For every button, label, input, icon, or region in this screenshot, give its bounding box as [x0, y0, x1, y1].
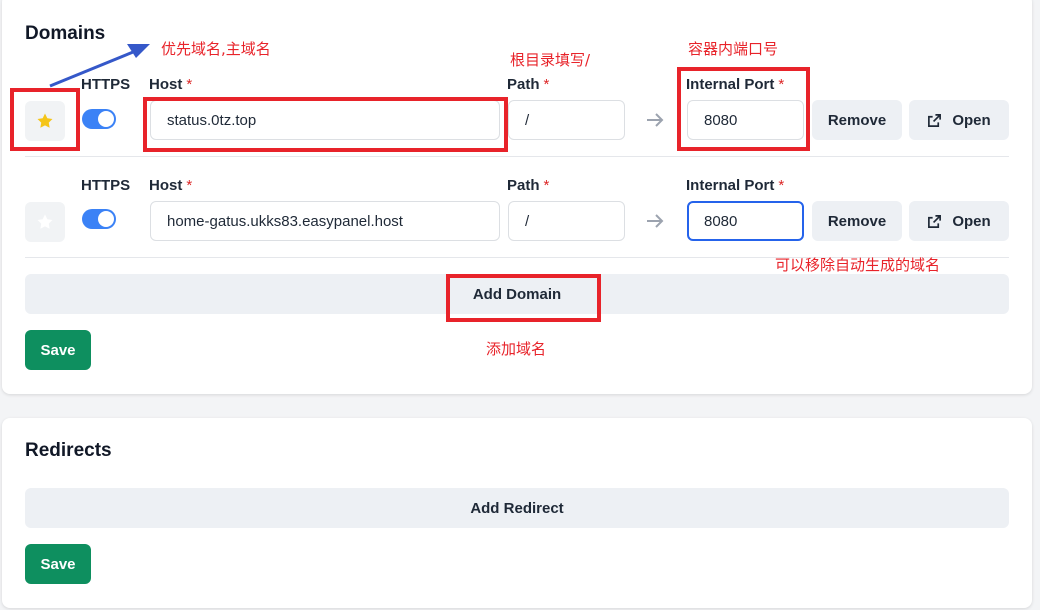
open-label: Open [952, 212, 991, 230]
save-domains-button[interactable]: Save [25, 330, 91, 370]
annotation-primary-domain: 优先域名,主域名 [161, 40, 271, 58]
arrow-right-icon [647, 214, 664, 228]
annotation-container-port: 容器内端口号 [688, 40, 779, 58]
add-redirect-button[interactable]: Add Redirect [25, 488, 1009, 528]
toggle-knob [98, 211, 114, 227]
save-redirects-button[interactable]: Save [25, 544, 91, 584]
annotation-box-star [10, 88, 80, 151]
path-input[interactable]: / [508, 201, 625, 241]
domains-title: Domains [25, 23, 106, 44]
host-label: Host * [149, 76, 193, 93]
annotation-root-path: 根目录填写/ [510, 51, 591, 69]
annotation-box-host [143, 97, 508, 152]
open-button[interactable]: Open [909, 100, 1009, 140]
path-label: Path * [507, 177, 550, 194]
arrow-right-icon [647, 113, 664, 127]
toggle-knob [98, 111, 114, 127]
remove-button[interactable]: Remove [812, 100, 902, 140]
row-divider [25, 156, 1009, 157]
external-link-icon [928, 113, 942, 127]
make-primary-star-button[interactable] [25, 202, 65, 242]
external-link-icon [928, 214, 942, 228]
host-input[interactable]: home-gatus.ukks83.easypanel.host [150, 201, 500, 241]
path-input[interactable]: / [508, 100, 625, 140]
open-button[interactable]: Open [909, 201, 1009, 241]
port-input[interactable]: 8080 [687, 201, 804, 241]
annotation-box-port [677, 67, 810, 151]
https-toggle[interactable] [82, 209, 116, 229]
remove-button[interactable]: Remove [812, 201, 902, 241]
open-label: Open [952, 111, 991, 129]
star-icon [37, 214, 53, 229]
redirects-title: Redirects [25, 440, 112, 461]
https-label: HTTPS [81, 177, 131, 194]
annotation-add-domain: 添加域名 [486, 340, 547, 358]
annotation-remove-auto: 可以移除自动生成的域名 [775, 256, 941, 274]
https-label: HTTPS [81, 76, 131, 93]
path-label: Path * [507, 76, 550, 93]
port-label: Internal Port * [686, 177, 785, 194]
https-toggle[interactable] [82, 109, 116, 129]
annotation-box-add-domain [446, 274, 601, 322]
host-label: Host * [149, 177, 193, 194]
redirects-card: Redirects Add Redirect Save [2, 418, 1032, 608]
